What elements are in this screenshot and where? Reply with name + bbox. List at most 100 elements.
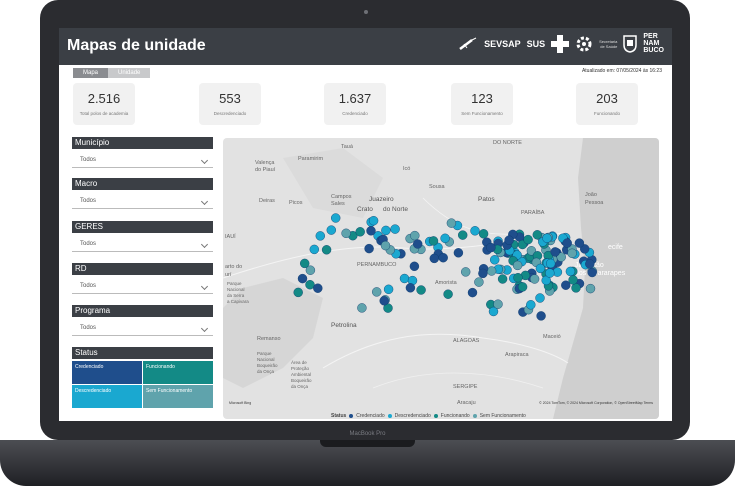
- map-marker[interactable]: [429, 253, 440, 264]
- map-marker[interactable]: [381, 225, 391, 236]
- header-bar: Mapas de unidade SEVSAP SUS Secretaria d…: [59, 28, 672, 65]
- map-marker[interactable]: [535, 293, 545, 303]
- chevron-down-icon: [200, 282, 209, 291]
- kpi-card-credenciado: 1.637 Credenciado: [324, 83, 386, 125]
- map-marker[interactable]: [571, 283, 581, 293]
- map-marker[interactable]: [587, 267, 597, 278]
- chevron-down-icon: [200, 240, 209, 249]
- tab-mapa[interactable]: Mapa: [73, 68, 109, 78]
- tab-unidade[interactable]: Unidade: [108, 68, 151, 78]
- map-marker[interactable]: [478, 268, 488, 279]
- map-marker[interactable]: [550, 247, 560, 257]
- map-marker[interactable]: [390, 224, 400, 234]
- kpi-label: Total polos de academia: [79, 111, 129, 116]
- map-marker[interactable]: [412, 239, 423, 249]
- map-marker[interactable]: [585, 259, 595, 269]
- legend-item: Sem Funcionamento: [479, 413, 526, 419]
- map-marker[interactable]: [410, 230, 420, 241]
- map-marker[interactable]: [460, 267, 471, 277]
- map-marker[interactable]: [438, 252, 448, 263]
- map-marker[interactable]: [486, 242, 496, 253]
- dropdown-value: Todos: [80, 157, 97, 163]
- map-marker[interactable]: [309, 244, 320, 255]
- partner-logos: SEVSAP SUS Secretaria de Saúde PER NAM B…: [458, 33, 664, 54]
- map-marker[interactable]: [409, 261, 420, 272]
- map-marker[interactable]: [470, 226, 480, 236]
- status-tile-sem-funcionamento[interactable]: Sem Funcionamento: [143, 385, 213, 408]
- map-marker[interactable]: [585, 283, 596, 294]
- map-marker[interactable]: [371, 287, 382, 297]
- rd-dropdown[interactable]: Todos: [72, 278, 213, 294]
- map-marker[interactable]: [490, 255, 500, 265]
- geres-dropdown[interactable]: Todos: [72, 236, 213, 252]
- programa-dropdown[interactable]: Todos: [72, 320, 213, 336]
- legend-dot: [472, 414, 477, 418]
- map-marker[interactable]: [321, 245, 332, 255]
- status-tile-funcionando[interactable]: Funcionando: [143, 361, 213, 384]
- map-marker[interactable]: [357, 303, 367, 313]
- map-marker[interactable]: [513, 272, 523, 283]
- map-marker[interactable]: [565, 266, 576, 277]
- map-marker[interactable]: [297, 273, 308, 284]
- map-marker[interactable]: [399, 273, 410, 284]
- map-marker[interactable]: [366, 226, 376, 236]
- map-marker[interactable]: [574, 238, 585, 248]
- map-marker[interactable]: [562, 238, 572, 248]
- kpi-label: Credenciado: [342, 111, 368, 116]
- map-marker[interactable]: [379, 296, 389, 306]
- map-marker[interactable]: [474, 277, 484, 287]
- map-marker[interactable]: [467, 287, 478, 298]
- map-marker[interactable]: [523, 234, 533, 245]
- pernambuco-logo: PER NAM BUCO: [643, 33, 664, 54]
- map-marker[interactable]: [536, 311, 546, 321]
- municipio-dropdown[interactable]: Todos: [72, 152, 213, 168]
- map-marker[interactable]: [535, 263, 546, 274]
- map-marker[interactable]: [293, 287, 303, 298]
- map-marker[interactable]: [428, 236, 439, 246]
- map-marker[interactable]: [380, 240, 391, 251]
- map-marker[interactable]: [299, 258, 310, 269]
- map-marker[interactable]: [517, 282, 528, 292]
- macro-dropdown[interactable]: Todos: [72, 193, 213, 209]
- dropdown-value: Todos: [80, 198, 97, 204]
- map-marker[interactable]: [440, 233, 450, 244]
- camera-icon: [364, 10, 368, 14]
- map-attribution[interactable]: © 2024 TomTom, © 2024 Microsoft Corporat…: [539, 401, 653, 405]
- map-marker[interactable]: [478, 229, 489, 239]
- units-map[interactable]: Tauá DO NORTE Valença do Piauí Paramirim…: [223, 138, 659, 419]
- map-marker[interactable]: [315, 231, 326, 241]
- filter-header-geres: GERES: [72, 221, 213, 233]
- map-marker[interactable]: [493, 299, 503, 309]
- map-marker[interactable]: [526, 300, 536, 310]
- status-tile-descredenciado[interactable]: Descredenciado: [72, 385, 142, 408]
- map-marker[interactable]: [405, 283, 416, 293]
- map-marker[interactable]: [504, 235, 514, 245]
- map-marker[interactable]: [546, 258, 556, 269]
- map-marker[interactable]: [529, 274, 540, 284]
- map-marker[interactable]: [364, 243, 374, 254]
- map-marker[interactable]: [512, 260, 523, 271]
- map-marker[interactable]: [416, 285, 426, 295]
- chevron-down-icon: [200, 197, 209, 206]
- map-marker[interactable]: [368, 215, 379, 226]
- map-marker[interactable]: [383, 284, 394, 295]
- map-marker[interactable]: [330, 213, 341, 223]
- status-tile-credenciado[interactable]: Credenciado: [72, 361, 142, 384]
- map-marker[interactable]: [446, 218, 457, 228]
- map-marker[interactable]: [457, 230, 468, 240]
- kpi-card-sem-funcionamento: 123 Sem Funcionamento: [451, 83, 513, 125]
- map-marker[interactable]: [542, 233, 552, 243]
- map-markers: [293, 213, 597, 321]
- map-marker[interactable]: [486, 266, 497, 276]
- map-marker[interactable]: [568, 275, 578, 285]
- map-marker[interactable]: [545, 268, 555, 278]
- map-marker[interactable]: [355, 227, 365, 237]
- map-marker[interactable]: [497, 274, 508, 284]
- map-marker[interactable]: [341, 228, 351, 239]
- map-marker[interactable]: [567, 248, 577, 259]
- map-marker[interactable]: [453, 248, 464, 258]
- device-label: MacBook Pro: [349, 431, 386, 437]
- map-marker[interactable]: [443, 289, 453, 299]
- map-marker[interactable]: [313, 283, 323, 293]
- map-marker[interactable]: [326, 225, 337, 235]
